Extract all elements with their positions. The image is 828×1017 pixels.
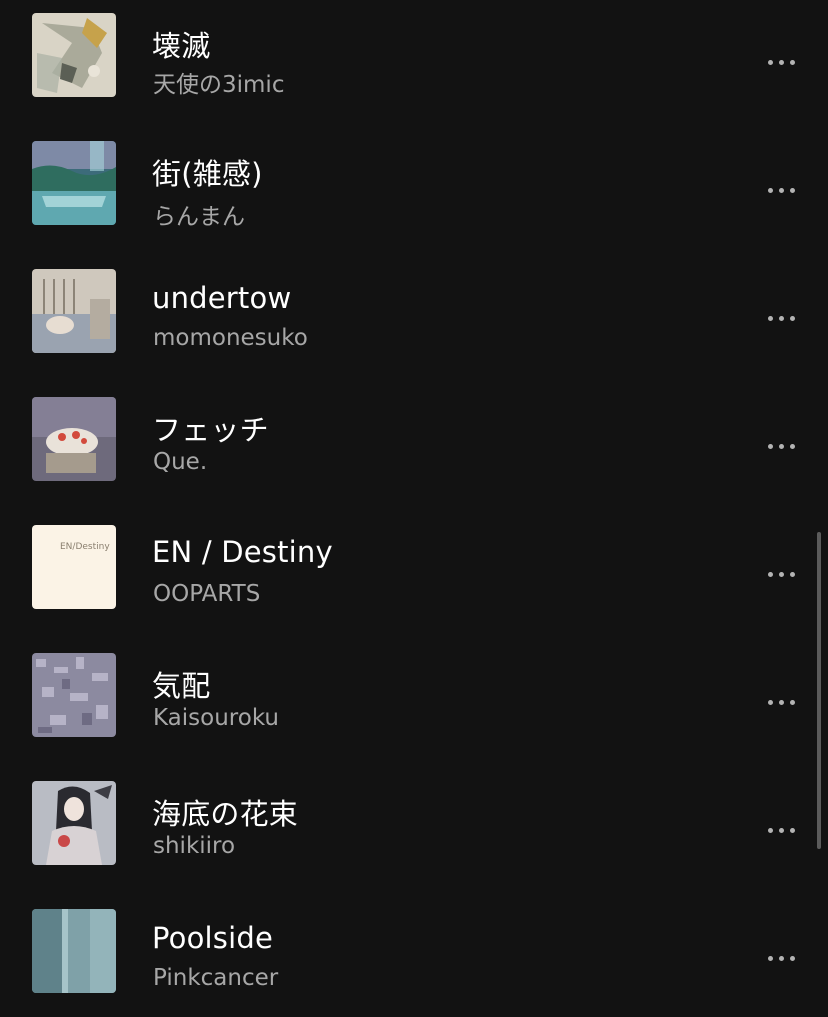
track-artist: らんまん [153,204,245,230]
album-art-image: EN/Destiny [32,525,116,609]
album-art-image [32,269,116,353]
track-artist: 天使の3imic [153,72,285,98]
album-art-image [32,909,116,993]
more-options-button[interactable] [758,559,804,589]
track-title: EN / Destiny [152,535,333,569]
track-title: 気配 [152,669,211,703]
dot [778,59,784,65]
track-row[interactable]: undertow momonesuko [0,269,828,381]
album-art-image [32,397,116,481]
dot [778,443,784,449]
track-title: 海底の花束 [152,797,299,831]
album-art [32,909,116,993]
more-options-button[interactable] [758,943,804,973]
track-title: 街(雑感) [152,157,263,191]
album-art [32,781,116,865]
dot [767,59,773,65]
track-artist: Kaisouroku [153,705,280,731]
album-art [32,13,116,97]
dot [778,699,784,705]
dot [778,827,784,833]
more-options-button[interactable] [758,431,804,461]
album-art [32,269,116,353]
album-art-image [32,141,116,225]
track-title: フェッチ [152,413,269,447]
screen: 壊滅 天使の3imic 街(雑感) らんまん undertow momonesu… [0,0,828,1017]
dot [767,315,773,321]
dot [789,571,795,577]
track-row[interactable]: 海底の花束 shikiiro [0,781,828,893]
album-art-image [32,781,116,865]
track-title: 壊滅 [152,29,211,63]
dot [778,571,784,577]
album-art: EN/Destiny [32,525,116,609]
dot [789,955,795,961]
track-artist: Pinkcancer [153,965,279,991]
dot [767,187,773,193]
more-options-button[interactable] [758,47,804,77]
track-row[interactable]: フェッチ Que. [0,397,828,509]
album-art-text: EN/Destiny [60,542,110,552]
dot [778,315,784,321]
dot [767,827,773,833]
dot [767,955,773,961]
dot [778,955,784,961]
dot [767,571,773,577]
dot [789,443,795,449]
dot [789,59,795,65]
dot [789,315,795,321]
track-row[interactable]: 壊滅 天使の3imic [0,13,828,125]
dot [789,827,795,833]
track-artist: OOPARTS [153,581,261,607]
dot [789,699,795,705]
track-title: Poolside [152,921,274,955]
dot [778,187,784,193]
album-art [32,141,116,225]
track-row[interactable]: Poolside Pinkcancer [0,909,828,1017]
more-options-button[interactable] [758,815,804,845]
track-row[interactable]: 気配 Kaisouroku [0,653,828,765]
track-artist: momonesuko [153,325,308,351]
track-row[interactable]: EN/Destiny EN / Destiny OOPARTS [0,525,828,637]
dot [767,443,773,449]
album-art [32,653,116,737]
more-options-button[interactable] [758,175,804,205]
album-art-image [32,13,116,97]
dot [789,187,795,193]
track-title: undertow [152,281,292,315]
more-options-button[interactable] [758,687,804,717]
track-artist: Que. [153,449,208,475]
track-artist: shikiiro [153,833,236,859]
track-row[interactable]: 街(雑感) らんまん [0,141,828,253]
album-art [32,397,116,481]
dot [767,699,773,705]
more-options-button[interactable] [758,303,804,333]
album-art-image [32,653,116,737]
scrollbar[interactable] [817,532,821,849]
